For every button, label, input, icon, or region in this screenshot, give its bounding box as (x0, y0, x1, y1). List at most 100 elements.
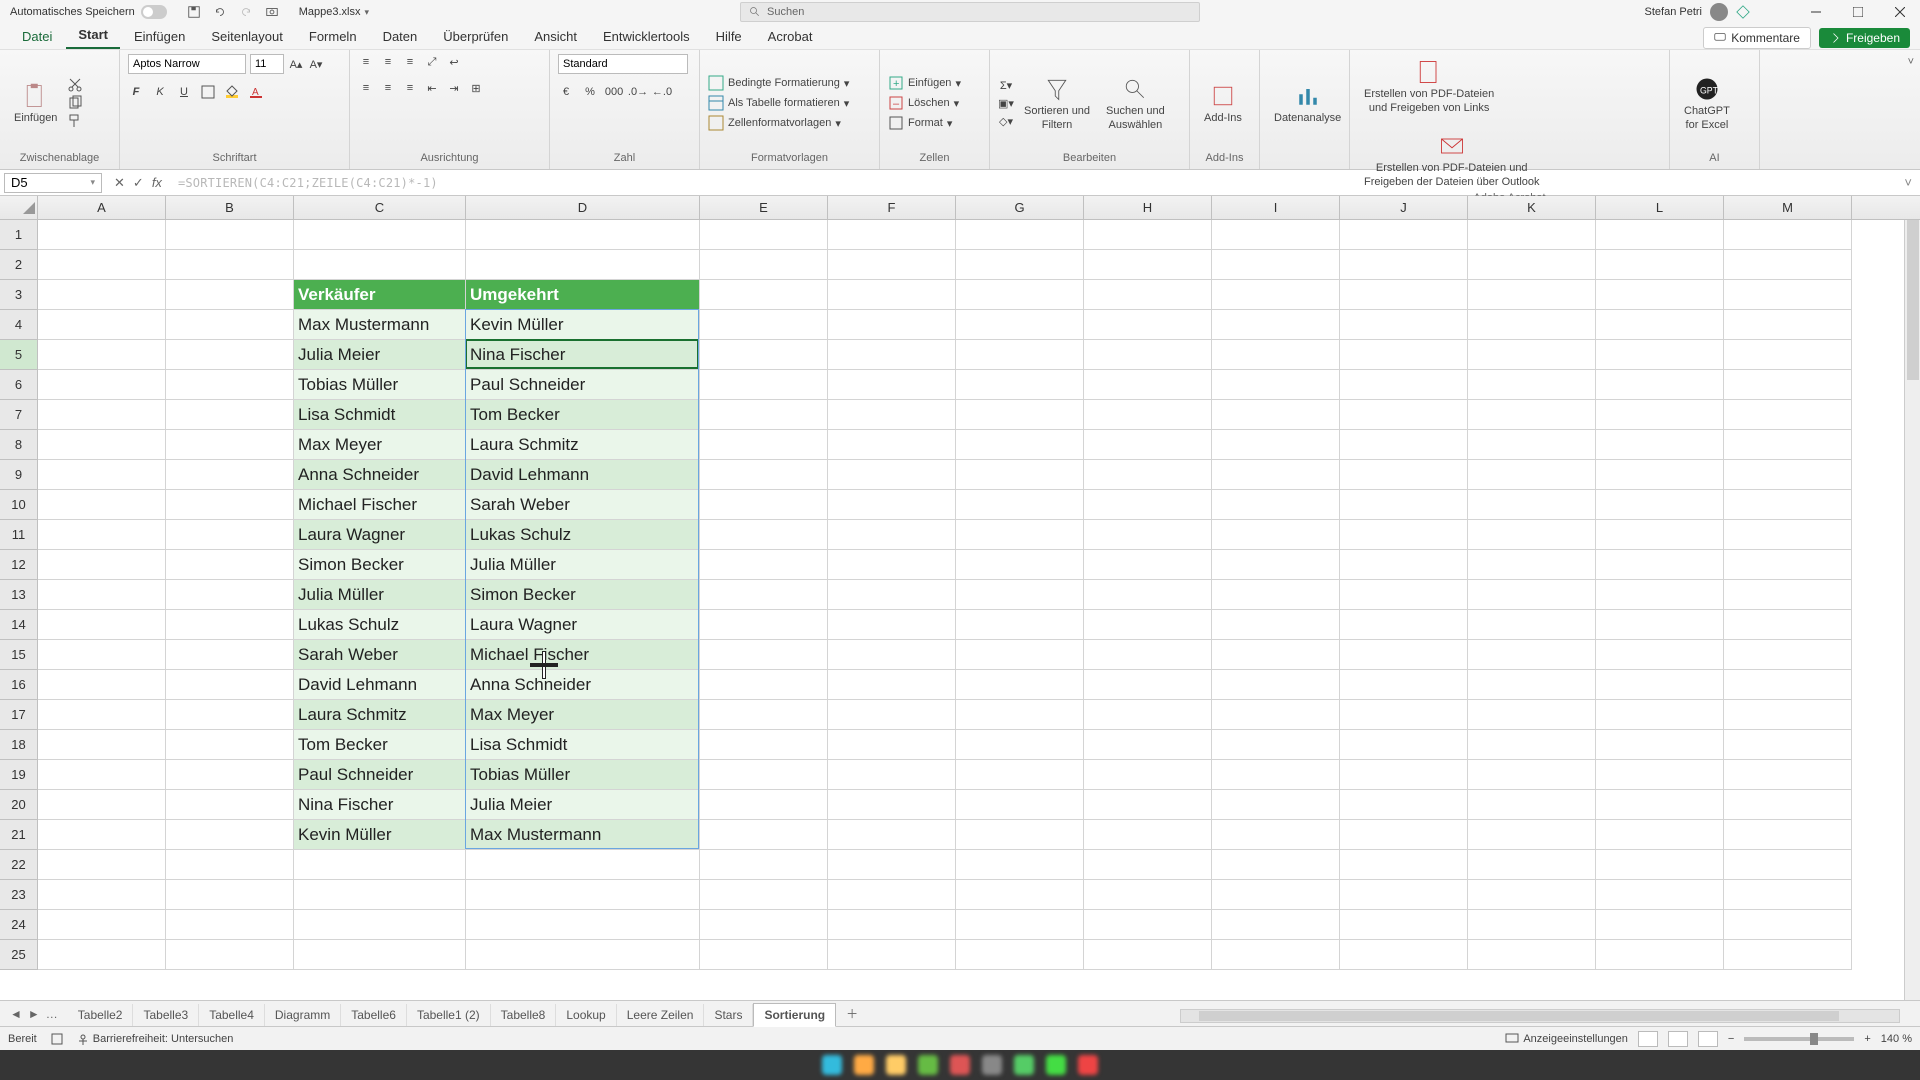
cell[interactable]: Verkäufer (294, 280, 466, 310)
align-right-icon[interactable]: ≡ (402, 80, 418, 96)
row-header[interactable]: 2 (0, 250, 38, 280)
cell[interactable] (166, 760, 294, 790)
cell[interactable] (1340, 760, 1468, 790)
cell[interactable] (1212, 730, 1340, 760)
merge-icon[interactable]: ⊞ (468, 80, 484, 96)
cell[interactable]: Laura Wagner (466, 610, 700, 640)
cell[interactable] (38, 760, 166, 790)
sheet-tab[interactable]: Leere Zeilen (617, 1004, 705, 1026)
name-box[interactable]: D5▾ (4, 173, 102, 193)
cell[interactable] (828, 400, 956, 430)
cell[interactable]: Julia Meier (294, 340, 466, 370)
cell[interactable] (1724, 430, 1852, 460)
taskbar-app-icon[interactable] (918, 1055, 938, 1075)
cell[interactable] (294, 910, 466, 940)
view-pagelayout-button[interactable] (1668, 1031, 1688, 1047)
cell[interactable] (1340, 850, 1468, 880)
cell[interactable] (700, 610, 828, 640)
taskbar-app-icon[interactable] (886, 1055, 906, 1075)
cell[interactable] (1212, 370, 1340, 400)
cell[interactable] (1340, 610, 1468, 640)
cell[interactable] (38, 610, 166, 640)
row-header[interactable]: 19 (0, 760, 38, 790)
row-header[interactable]: 13 (0, 580, 38, 610)
cell[interactable] (828, 580, 956, 610)
autosum-icon[interactable]: Σ▾ (998, 77, 1014, 93)
cell[interactable] (1468, 760, 1596, 790)
chevron-down-icon[interactable]: ▾ (365, 7, 370, 18)
cell[interactable]: Anna Schneider (466, 670, 700, 700)
cell[interactable]: Lisa Schmidt (466, 730, 700, 760)
cell[interactable] (1596, 580, 1724, 610)
taskbar-app-icon[interactable] (950, 1055, 970, 1075)
cell[interactable] (38, 550, 166, 580)
cell[interactable] (1212, 280, 1340, 310)
cell[interactable] (828, 760, 956, 790)
cell[interactable] (1596, 880, 1724, 910)
col-header-I[interactable]: I (1212, 196, 1340, 219)
cell[interactable] (1212, 700, 1340, 730)
cell[interactable] (1340, 310, 1468, 340)
cell[interactable]: Max Meyer (294, 430, 466, 460)
taskbar-app-icon[interactable] (822, 1055, 842, 1075)
cell[interactable] (700, 460, 828, 490)
row-header[interactable]: 23 (0, 880, 38, 910)
cell[interactable] (700, 520, 828, 550)
cell[interactable] (1468, 340, 1596, 370)
cell[interactable] (956, 880, 1084, 910)
cell[interactable] (1724, 610, 1852, 640)
select-all-corner[interactable] (0, 196, 38, 220)
cell[interactable] (956, 370, 1084, 400)
cell[interactable] (1724, 370, 1852, 400)
search-box[interactable]: Suchen (740, 2, 1200, 22)
inc-dec-icon[interactable]: .0→ (630, 84, 646, 100)
paste-button[interactable]: Einfügen (8, 78, 63, 128)
cell[interactable] (1340, 790, 1468, 820)
cell[interactable] (1212, 880, 1340, 910)
create-pdf-link-button[interactable]: Erstellen von PDF-Dateienund Freigeben v… (1358, 54, 1500, 118)
cell[interactable] (38, 400, 166, 430)
tab-view[interactable]: Ansicht (522, 24, 589, 49)
cell[interactable] (956, 850, 1084, 880)
maximize-button[interactable] (1838, 0, 1878, 24)
camera-icon[interactable] (265, 5, 279, 19)
cell[interactable] (38, 250, 166, 280)
cell[interactable] (956, 610, 1084, 640)
cell[interactable]: David Lehmann (466, 460, 700, 490)
taskbar-app-icon[interactable] (1014, 1055, 1034, 1075)
col-header-J[interactable]: J (1340, 196, 1468, 219)
taskbar-app-icon[interactable] (1078, 1055, 1098, 1075)
undo-icon[interactable] (213, 5, 227, 19)
chatgpt-button[interactable]: GPT ChatGPTfor Excel (1678, 71, 1736, 135)
cell[interactable]: Michael Fischer (466, 640, 700, 670)
cell[interactable] (1340, 370, 1468, 400)
tab-insert[interactable]: Einfügen (122, 24, 197, 49)
cell[interactable] (38, 460, 166, 490)
share-button[interactable]: Freigeben (1819, 28, 1910, 48)
cell[interactable] (956, 220, 1084, 250)
cell[interactable] (1724, 400, 1852, 430)
cell[interactable] (1084, 220, 1212, 250)
cell[interactable] (1212, 490, 1340, 520)
cell[interactable] (1084, 850, 1212, 880)
cell[interactable]: Tobias Müller (466, 760, 700, 790)
cell[interactable] (1084, 640, 1212, 670)
cell[interactable] (956, 670, 1084, 700)
row-header[interactable]: 25 (0, 940, 38, 970)
cell[interactable] (700, 430, 828, 460)
row-header[interactable]: 22 (0, 850, 38, 880)
copy-icon[interactable] (67, 95, 83, 111)
cell[interactable] (1084, 820, 1212, 850)
cell[interactable] (1212, 430, 1340, 460)
row-header[interactable]: 1 (0, 220, 38, 250)
vertical-scrollbar[interactable] (1904, 220, 1920, 1000)
cell[interactable] (38, 910, 166, 940)
dec-dec-icon[interactable]: ←.0 (654, 84, 670, 100)
row-header[interactable]: 12 (0, 550, 38, 580)
cell[interactable] (828, 520, 956, 550)
cell[interactable] (956, 640, 1084, 670)
view-pagebreak-button[interactable] (1698, 1031, 1718, 1047)
cell[interactable] (700, 220, 828, 250)
cell[interactable]: Max Mustermann (466, 820, 700, 850)
cell[interactable] (1724, 520, 1852, 550)
